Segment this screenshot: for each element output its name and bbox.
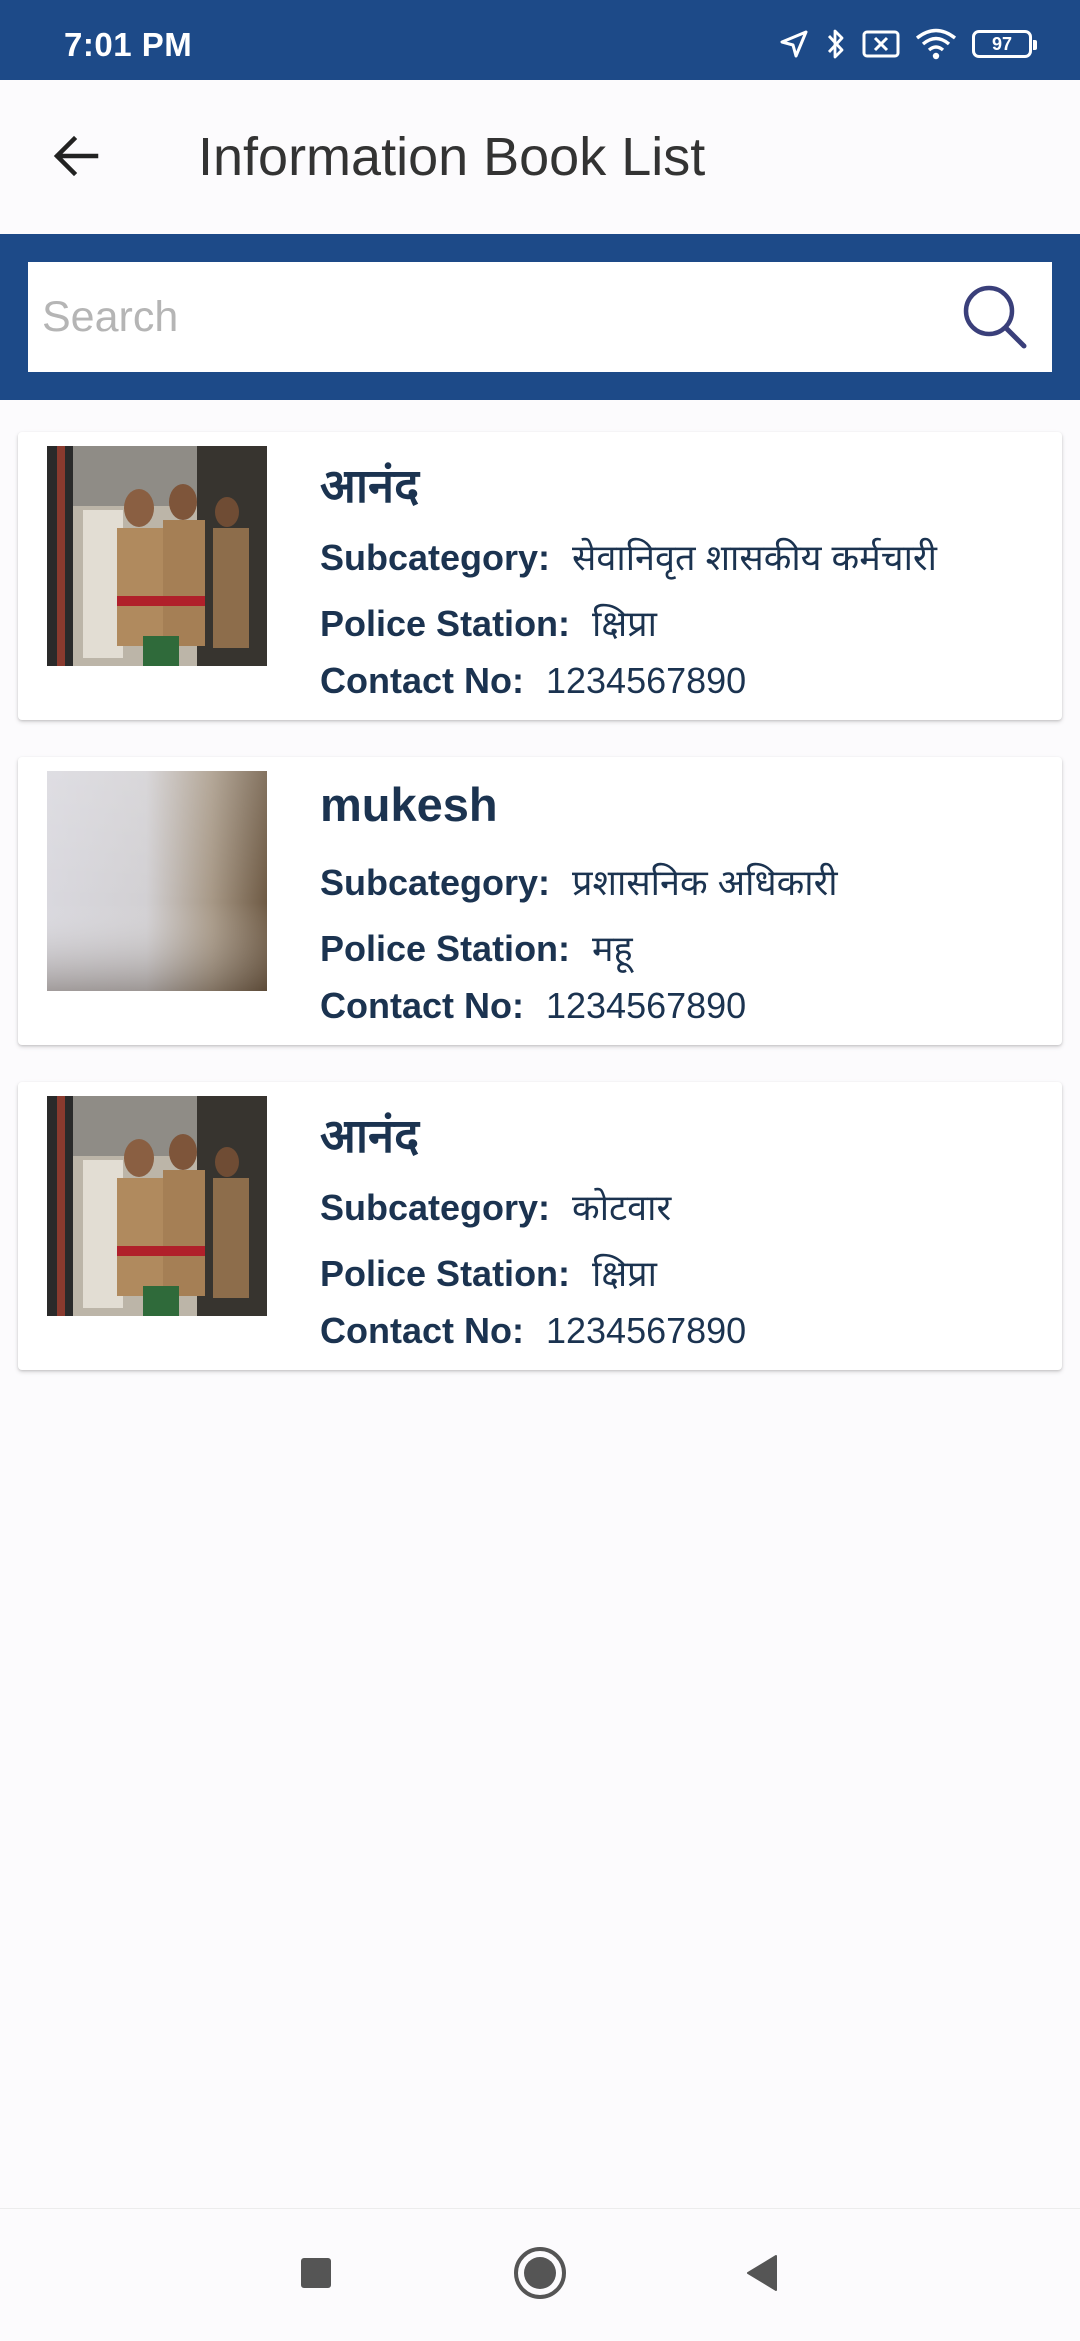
back-triangle-icon <box>742 2253 782 2298</box>
search-input[interactable] <box>42 262 942 372</box>
home-circle-icon <box>512 2245 568 2306</box>
back-arrow-icon <box>50 130 102 187</box>
item-name: mukesh <box>320 778 498 831</box>
subcategory-row: Subcategory: कोटवार <box>320 1182 671 1231</box>
status-icons: 97 <box>778 26 1038 62</box>
list-item[interactable]: आनंद Subcategory: सेवानिवृत शासकीय कर्मचा… <box>18 432 1062 720</box>
contact-row: Contact No: 1234567890 <box>320 660 746 702</box>
subcategory-row: Subcategory: प्रशासनिक अधिकारी <box>320 857 838 906</box>
police-station-value: क्षिप्रा <box>592 603 657 644</box>
subcategory-value: सेवानिवृत शासकीय कर्मचारी <box>572 537 937 578</box>
page-title: Information Book List <box>198 127 706 187</box>
information-list: आनंद Subcategory: सेवानिवृत शासकीय कर्मचा… <box>18 432 1062 1407</box>
police-station-row: Police Station: क्षिप्रा <box>320 1248 657 1297</box>
subcategory-value: प्रशासनिक अधिकारी <box>572 862 838 903</box>
police-station-label: Police Station: <box>320 1253 571 1294</box>
sim-off-icon <box>862 29 900 59</box>
item-photo <box>47 1096 267 1316</box>
battery-level: 97 <box>991 34 1013 54</box>
subcategory-label: Subcategory: <box>320 862 551 903</box>
app-bar: Information Book List <box>0 80 1080 234</box>
wifi-icon <box>914 27 958 61</box>
search-bar <box>0 234 1080 400</box>
search-icon[interactable] <box>960 282 1030 352</box>
location-arrow-icon <box>778 28 810 60</box>
contact-label: Contact No: <box>320 1310 524 1351</box>
list-item[interactable]: आनंद Subcategory: कोटवार Police Station: क… <box>18 1082 1062 1370</box>
contact-value: 1234567890 <box>545 985 747 1026</box>
status-time: 7:01 PM <box>64 26 193 63</box>
system-nav-bar <box>0 2208 1080 2341</box>
contact-row: Contact No: 1234567890 <box>320 985 746 1027</box>
battery-icon: 97 <box>972 30 1037 58</box>
back-button[interactable] <box>40 122 112 194</box>
list-item[interactable]: mukesh Subcategory: प्रशासनिक अधिकारी Pol… <box>18 757 1062 1045</box>
subcategory-value: कोटवार <box>572 1187 672 1228</box>
police-station-row: Police Station: महू <box>320 923 633 972</box>
recents-square-icon <box>299 2256 333 2295</box>
contact-value: 1234567890 <box>545 660 747 701</box>
item-name: आनंद <box>320 1109 420 1162</box>
police-station-value: महू <box>592 928 633 969</box>
police-station-row: Police Station: क्षिप्रा <box>320 598 657 647</box>
subcategory-row: Subcategory: सेवानिवृत शासकीय कर्मचारी <box>320 532 937 581</box>
status-bar: 7:01 PM 97 <box>0 0 1080 80</box>
item-photo <box>47 446 267 666</box>
bluetooth-icon <box>824 26 848 62</box>
home-button[interactable] <box>508 2243 572 2307</box>
recents-button[interactable] <box>284 2243 348 2307</box>
contact-value: 1234567890 <box>545 1310 747 1351</box>
contact-label: Contact No: <box>320 660 524 701</box>
contact-label: Contact No: <box>320 985 524 1026</box>
search-box[interactable] <box>28 262 1052 372</box>
police-station-label: Police Station: <box>320 928 571 969</box>
item-photo <box>47 771 267 991</box>
police-station-label: Police Station: <box>320 603 571 644</box>
subcategory-label: Subcategory: <box>320 1187 551 1228</box>
back-nav-button[interactable] <box>730 2243 794 2307</box>
item-name: आनंद <box>320 459 420 512</box>
contact-row: Contact No: 1234567890 <box>320 1310 746 1352</box>
subcategory-label: Subcategory: <box>320 537 551 578</box>
police-station-value: क्षिप्रा <box>592 1253 657 1294</box>
